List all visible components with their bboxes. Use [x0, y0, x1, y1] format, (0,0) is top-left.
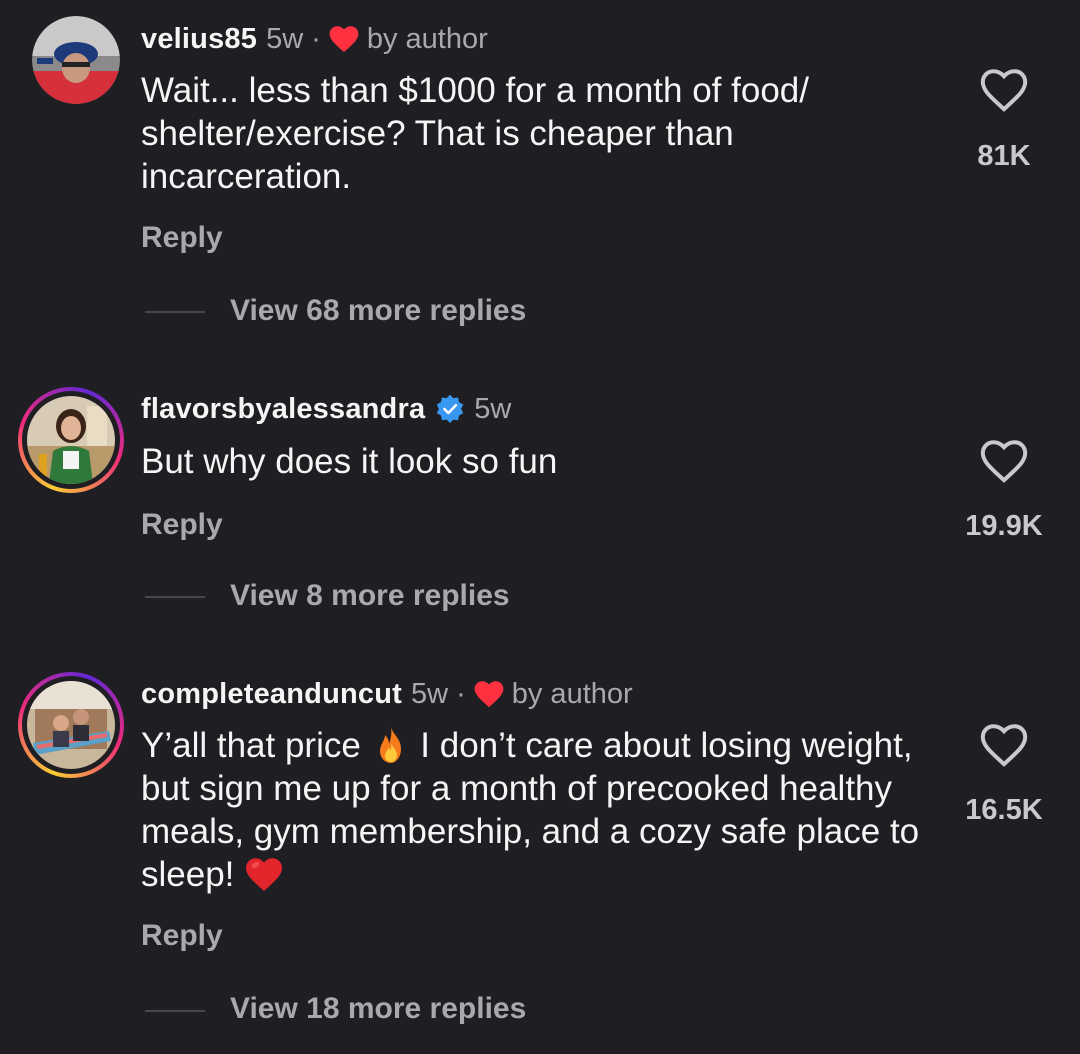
avatar-image-completeanduncut: [27, 681, 115, 769]
separator-dot: ·: [456, 677, 466, 710]
comment-completeanduncut: completeanduncut 5w · by author Y’all th…: [0, 0, 1080, 1054]
avatar: [22, 676, 120, 774]
red-heart-emoji-icon: [246, 858, 283, 891]
avatar-story-ring[interactable]: [18, 672, 124, 778]
heart-outline-icon[interactable]: [980, 723, 1028, 767]
username[interactable]: completeanduncut: [141, 678, 402, 711]
view-more-replies-button[interactable]: View 18 more replies: [230, 992, 526, 1026]
heart-filled-icon: [474, 681, 504, 708]
by-author-label: by author: [511, 677, 633, 710]
like-count: 16.5K: [965, 794, 1043, 826]
comment-meta: completeanduncut 5w · by author: [141, 674, 633, 714]
reply-button[interactable]: Reply: [141, 919, 223, 953]
timestamp: 5w: [411, 677, 449, 710]
comment-text-part-1: Y’all that price: [141, 726, 361, 765]
replies-divider: [145, 1010, 205, 1012]
fire-emoji-icon: [379, 727, 401, 763]
comment-text: Y’all that price I don’t care about losi…: [141, 724, 931, 896]
